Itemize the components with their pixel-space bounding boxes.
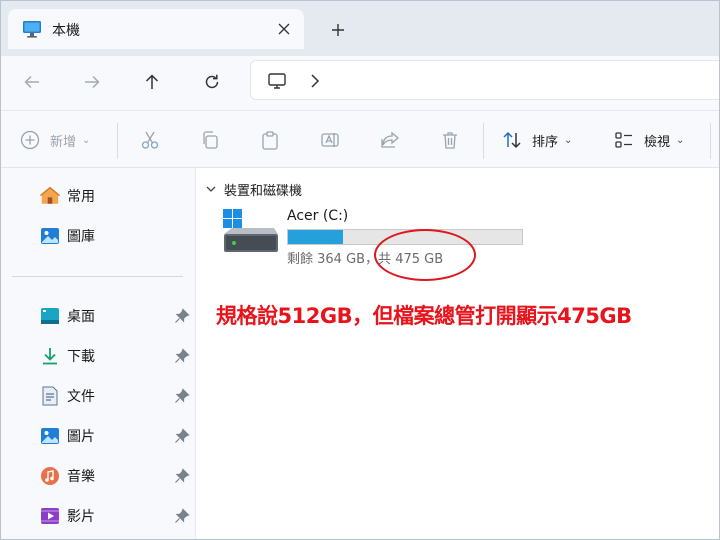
music-icon bbox=[40, 466, 60, 486]
desktop-icon bbox=[40, 306, 60, 326]
download-icon bbox=[40, 346, 60, 366]
document-icon bbox=[40, 386, 60, 406]
sort-button[interactable]: 排序 ⌄ bbox=[502, 125, 572, 155]
delete-icon[interactable] bbox=[440, 125, 460, 155]
view-list-icon bbox=[614, 130, 634, 150]
navigation-bar bbox=[0, 56, 720, 110]
sidebar-item-label: 桌面 bbox=[67, 309, 95, 325]
pin-icon[interactable] bbox=[174, 348, 190, 364]
tab-this-pc[interactable]: 本機 bbox=[8, 9, 304, 49]
sidebar-item-label: 常用 bbox=[67, 189, 95, 205]
refresh-icon[interactable] bbox=[196, 66, 228, 98]
tab-bar: 本機 bbox=[0, 0, 720, 56]
pin-icon[interactable] bbox=[174, 508, 190, 524]
tab-title: 本機 bbox=[52, 23, 80, 39]
sidebar-item-documents[interactable]: 文件 bbox=[40, 382, 190, 410]
monitor-icon bbox=[22, 19, 42, 39]
sidebar-item-home[interactable]: 常用 bbox=[40, 182, 190, 210]
chevron-down-icon: ⌄ bbox=[82, 134, 91, 146]
gallery-icon bbox=[40, 226, 60, 246]
new-button[interactable]: 新增 ⌄ bbox=[20, 125, 90, 155]
new-tab-icon[interactable] bbox=[324, 16, 352, 44]
sidebar-item-label: 文件 bbox=[67, 389, 95, 405]
videos-icon bbox=[40, 506, 60, 526]
sidebar-item-downloads[interactable]: 下載 bbox=[40, 342, 190, 370]
content-pane: 裝置和磁碟機 Acer (C:) 剩餘 364 GB，共 475 GB bbox=[196, 168, 720, 540]
sidebar-item-videos[interactable]: 影片 bbox=[40, 502, 190, 530]
home-icon bbox=[40, 186, 60, 206]
sidebar-item-label: 下載 bbox=[67, 349, 95, 365]
sidebar-item-music[interactable]: 音樂 bbox=[40, 462, 190, 490]
rename-icon[interactable] bbox=[320, 125, 340, 155]
drive-name: Acer (C:) bbox=[287, 208, 349, 224]
copy-icon[interactable] bbox=[200, 125, 220, 155]
sidebar-item-desktop[interactable]: 桌面 bbox=[40, 302, 190, 330]
sidebar-item-gallery[interactable]: 圖庫 bbox=[40, 222, 190, 250]
sidebar-divider bbox=[12, 276, 183, 277]
sidebar-item-pictures[interactable]: 圖片 bbox=[40, 422, 190, 450]
pictures-icon bbox=[40, 426, 60, 446]
sidebar-item-label: 圖庫 bbox=[67, 229, 95, 245]
back-icon[interactable] bbox=[16, 66, 48, 98]
pin-icon[interactable] bbox=[174, 308, 190, 324]
annotation-text: 規格說512GB，但檔案總管打開顯示475GB bbox=[216, 304, 632, 328]
new-button-label: 新增 bbox=[50, 134, 77, 150]
navigation-pane: 常用 圖庫 桌面 下載 文件 圖片 音樂 影片 bbox=[0, 168, 196, 540]
close-tab-icon[interactable] bbox=[272, 17, 296, 41]
up-icon[interactable] bbox=[136, 66, 168, 98]
sidebar-item-label: 影片 bbox=[67, 509, 95, 525]
drive-usage-fill bbox=[288, 230, 343, 244]
windows-drive-icon bbox=[222, 208, 280, 254]
drive-space-text: 剩餘 364 GB，共 475 GB bbox=[287, 252, 444, 267]
plus-circle-icon bbox=[20, 130, 40, 150]
chevron-right-icon[interactable] bbox=[309, 73, 321, 89]
chevron-down-icon: ⌄ bbox=[564, 134, 573, 146]
share-icon[interactable] bbox=[380, 125, 400, 155]
pin-icon[interactable] bbox=[174, 468, 190, 484]
sort-button-label: 排序 bbox=[532, 134, 559, 150]
forward-icon[interactable] bbox=[76, 66, 108, 98]
pin-icon[interactable] bbox=[174, 388, 190, 404]
view-button-label: 檢視 bbox=[644, 134, 671, 150]
drive-c[interactable]: Acer (C:) 剩餘 364 GB，共 475 GB bbox=[218, 206, 528, 268]
sort-arrows-icon bbox=[502, 130, 522, 150]
computer-icon bbox=[267, 71, 287, 91]
chevron-down-icon: ⌄ bbox=[676, 134, 685, 146]
chevron-down-icon bbox=[206, 185, 216, 193]
pin-icon[interactable] bbox=[174, 428, 190, 444]
command-toolbar: 新增 ⌄ 排序 ⌄ 檢視 ⌄ bbox=[0, 110, 720, 168]
address-bar[interactable] bbox=[250, 60, 720, 100]
devices-and-drives-header[interactable]: 裝置和磁碟機 bbox=[206, 179, 302, 199]
cut-icon[interactable] bbox=[140, 125, 160, 155]
view-button[interactable]: 檢視 ⌄ bbox=[614, 125, 684, 155]
sidebar-item-label: 音樂 bbox=[67, 469, 95, 485]
sidebar-item-label: 圖片 bbox=[67, 429, 95, 445]
drive-usage-bar bbox=[287, 229, 523, 245]
section-title: 裝置和磁碟機 bbox=[224, 183, 303, 199]
paste-icon[interactable] bbox=[260, 125, 280, 155]
